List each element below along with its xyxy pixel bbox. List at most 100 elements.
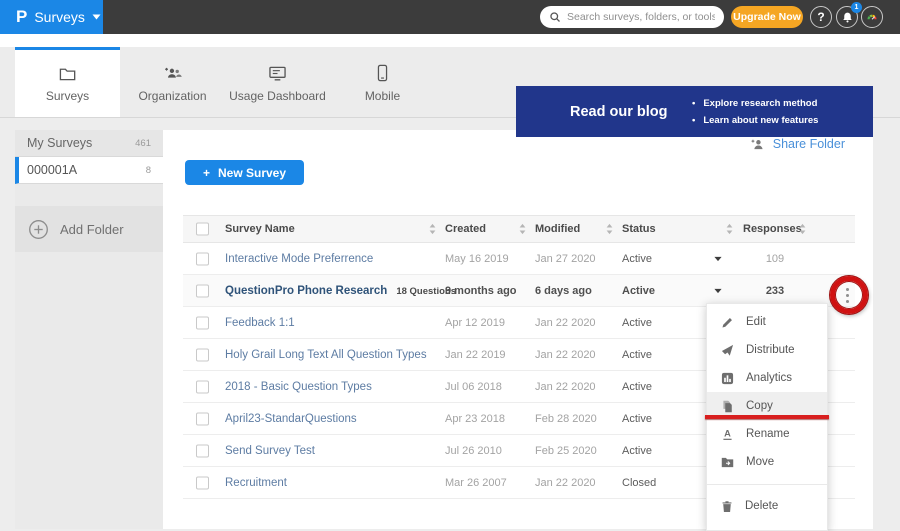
responses-cell: 109 [735,253,815,265]
tab-organization[interactable]: Organization [120,47,225,117]
account-health-button[interactable] [861,6,883,28]
chart-icon [721,372,734,385]
tab-mobile[interactable]: Mobile [330,47,435,117]
notification-badge: 1 [851,2,862,13]
copy-icon [721,400,734,413]
row-checkbox[interactable] [196,412,209,425]
menu-item-label: Distribute [746,344,795,356]
modified-cell: Feb 25 2020 [535,445,597,457]
survey-name-link[interactable]: Interactive Mode Preferrence [225,253,373,265]
created-cell: 9 months ago [445,285,517,297]
modified-cell: Feb 28 2020 [535,413,597,425]
row-checkbox[interactable] [196,316,209,329]
modified-cell: Jan 22 2020 [535,381,596,393]
sort-icon[interactable] [606,224,613,235]
survey-name-link[interactable]: Send Survey Test [225,445,315,457]
status-dropdown[interactable] [714,256,722,261]
tab-label: Surveys [46,89,89,103]
share-folder-label: Share Folder [773,137,845,151]
menu-item-label: Rename [746,428,789,440]
folder-count: 8 [146,165,151,176]
app-menu-label: Surveys [34,9,85,25]
survey-name-link[interactable]: QuestionPro Phone Research [225,285,387,297]
menu-item-label: Move [746,456,774,468]
person-add-icon [750,138,765,151]
select-all-checkbox[interactable] [196,223,209,236]
column-survey-name: Survey Name [225,223,295,235]
questionpro-logo: P [16,7,27,27]
chevron-down-icon [714,288,722,293]
app-switcher[interactable]: P Surveys [0,0,103,34]
banner-bullet: Explore research method [692,95,818,112]
menu-item-move[interactable]: Move [707,448,827,476]
share-folder-button[interactable]: Share Folder [750,137,845,151]
modified-cell: 6 days ago [535,285,592,297]
sort-icon[interactable] [799,224,806,235]
survey-name-link[interactable]: Recruitment [225,477,287,489]
survey-name-link[interactable]: April23-StandarQuestions [225,413,357,425]
folders-sidebar: My Surveys461000001A8 Add Folder [15,130,163,529]
survey-name-link[interactable]: Feedback 1:1 [225,317,295,329]
row-checkbox[interactable] [196,252,209,265]
row-checkbox[interactable] [196,444,209,457]
tab-usage-dashboard[interactable]: Usage Dashboard [225,47,330,117]
modified-cell: Jan 27 2020 [535,253,596,265]
survey-name-link[interactable]: Holy Grail Long Text All Question Types [225,349,427,361]
dashboard-icon [268,65,287,82]
new-survey-button[interactable]: + New Survey [185,160,304,185]
status-cell: Active [622,413,652,425]
chevron-down-icon [714,256,722,261]
tab-strip: Surveys OrganizationUsage DashboardMobile… [0,34,900,118]
status-cell: Active [622,285,655,297]
row-checkbox[interactable] [196,476,209,489]
modified-cell: Jan 22 2020 [535,477,596,489]
menu-item-label: Delete [745,500,778,512]
responses-cell: 233 [735,285,815,297]
move-icon [721,456,734,468]
plane-icon [721,344,734,357]
tab-surveys[interactable]: Surveys [15,47,120,117]
folder-count: 461 [135,138,151,149]
top-bar: P Surveys Upgrade Now ? 1 [0,0,900,34]
sort-icon[interactable] [429,224,436,235]
menu-divider [707,484,827,485]
sidebar-folder-my-surveys[interactable]: My Surveys461 [15,130,163,157]
table-header: Survey Name Created Modified Status Resp… [183,215,855,243]
status-cell: Active [622,253,652,265]
menu-item-analytics[interactable]: Analytics [707,364,827,392]
status-cell: Active [622,317,652,329]
status-cell: Closed [622,477,656,489]
organization-icon [162,65,183,82]
column-created: Created [445,223,486,235]
new-survey-label: New Survey [218,166,286,180]
sort-icon[interactable] [519,224,526,235]
table-row: Interactive Mode Preferrence May 16 2019 J… [183,243,855,275]
row-checkbox[interactable] [196,380,209,393]
menu-item-edit[interactable]: Edit [707,308,827,336]
upgrade-now-button[interactable]: Upgrade Now [731,6,803,28]
created-cell: May 16 2019 [445,253,509,265]
help-button[interactable]: ? [810,6,832,28]
row-checkbox[interactable] [196,348,209,361]
pencil-icon [721,316,734,329]
menu-item-delete[interactable]: Delete [707,492,827,520]
menu-item-distribute[interactable]: Distribute [707,336,827,364]
row-checkbox[interactable] [196,284,209,297]
created-cell: Jul 06 2018 [445,381,502,393]
add-folder-button[interactable]: Add Folder [15,206,163,252]
plus-icon: + [203,166,210,180]
sort-icon[interactable] [726,224,733,235]
status-cell: Active [622,381,652,393]
blog-banner[interactable]: Read our blog Explore research methodLea… [516,86,873,137]
menu-item-rename[interactable]: A Rename [707,420,827,448]
bell-icon [841,11,854,24]
status-dropdown[interactable] [714,288,722,293]
search-input[interactable] [567,11,715,23]
menu-item-label: Edit [746,316,766,328]
survey-name-link[interactable]: 2018 - Basic Question Types [225,381,372,393]
chevron-down-icon [92,14,101,20]
mobile-icon [377,64,388,82]
svg-text:A: A [724,428,731,438]
sidebar-folder-000001a[interactable]: 000001A8 [15,157,163,184]
global-search[interactable] [540,6,724,28]
